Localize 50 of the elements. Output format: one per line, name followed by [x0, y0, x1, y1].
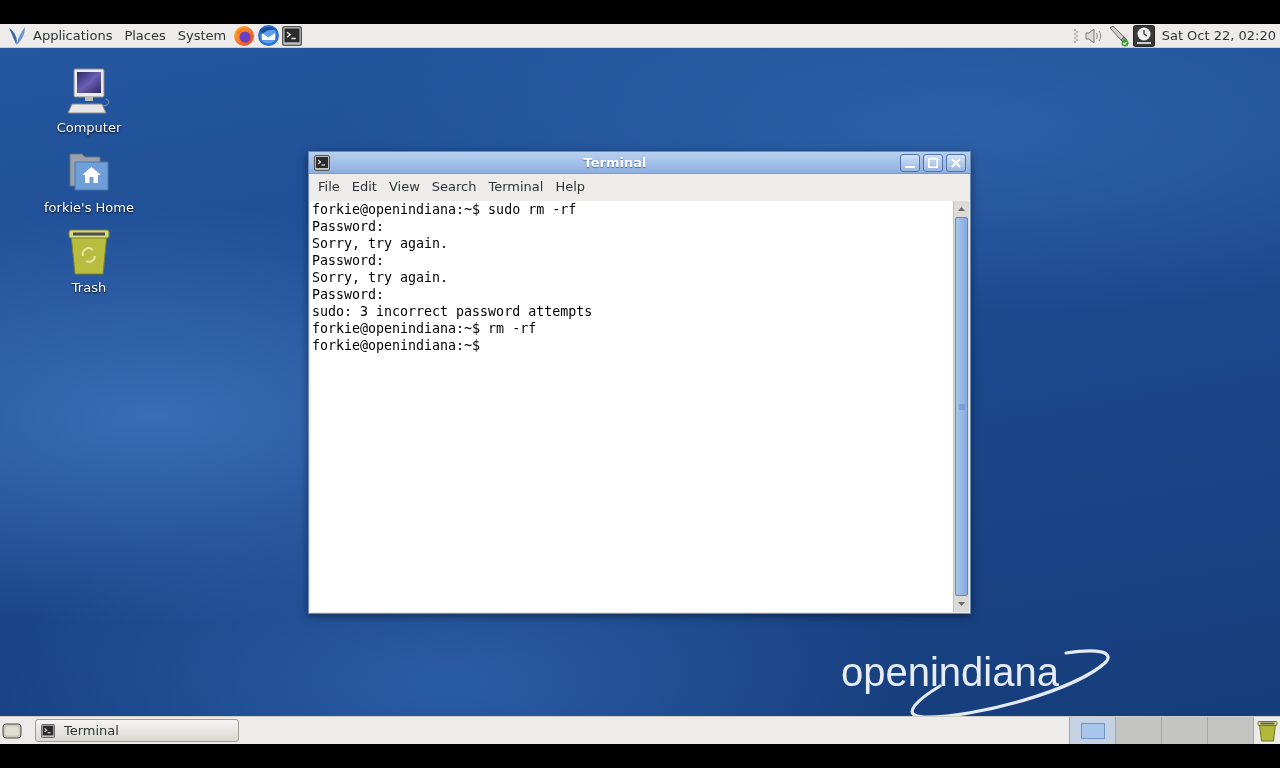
terminal-line: forkie@openindiana:~$ rm -rf: [312, 320, 537, 337]
minimize-button[interactable]: [900, 153, 920, 172]
menu-item[interactable]: File: [318, 179, 340, 195]
terminal-line: sudo: 3 incorrect password attempts: [312, 303, 593, 320]
terminal-line: Password:: [312, 286, 385, 303]
show-desktop-icon[interactable]: [2, 721, 22, 740]
terminal-line: forkie@openindiana:~$ sudo rm -rf: [312, 201, 577, 218]
desktop-shortcut[interactable]: Computer: [56, 68, 122, 136]
terminal-line: Password:: [312, 252, 385, 269]
menu-item[interactable]: Help: [555, 179, 586, 195]
menu-button[interactable]: Places: [124, 27, 166, 44]
desktop-shortcut[interactable]: Trash: [66, 228, 112, 296]
menu-item[interactable]: View: [388, 179, 420, 195]
menu-button[interactable]: System: [177, 27, 227, 44]
mail-globe-icon[interactable]: [257, 24, 281, 47]
desktop-shortcut[interactable]: forkie's Home: [44, 148, 134, 216]
trash-icon[interactable]: [1257, 719, 1278, 742]
drag-handle-icon[interactable]: [1073, 27, 1078, 44]
close-button[interactable]: [946, 153, 966, 172]
terminal-line: forkie@openindiana:~$: [312, 337, 481, 354]
logo-wordmark: openindiana: [841, 652, 1059, 692]
volume-icon[interactable]: [1083, 25, 1104, 46]
computer-icon: [66, 68, 112, 116]
terminal-line: Sorry, try again.: [312, 269, 449, 286]
close-icon: [951, 157, 961, 168]
window-title: Terminal: [582, 154, 648, 171]
terminal-icon[interactable]: [282, 25, 303, 46]
scrollbar-thumb[interactable]: [955, 217, 968, 596]
menu-item[interactable]: Search: [431, 179, 477, 195]
taskbar-button[interactable]: Terminal: [35, 719, 239, 742]
clock-text[interactable]: Sat Oct 22, 02:20: [1161, 27, 1276, 44]
leaf-logo-icon[interactable]: [8, 25, 26, 46]
grip-icon: [958, 403, 965, 410]
scroll-up-icon: [958, 207, 965, 211]
minimize-icon: [905, 165, 915, 168]
terminal-icon: [314, 154, 330, 171]
network-plug-icon[interactable]: [1107, 24, 1130, 47]
maximize-icon: [928, 157, 938, 168]
menu-button[interactable]: Applications: [33, 27, 113, 44]
terminal-icon: [41, 723, 55, 738]
scroll-down-icon: [958, 602, 965, 606]
menu-item[interactable]: Terminal: [488, 179, 544, 195]
terminal-line: Password:: [312, 218, 385, 235]
menu-item[interactable]: Edit: [351, 179, 377, 195]
terminal-line: Sorry, try again.: [312, 235, 449, 252]
flame-globe-icon[interactable]: [233, 24, 256, 47]
trash-icon: [66, 228, 112, 276]
terminal-area[interactable]: forkie@openindiana:~$ sudo rm -rf Password: Sorry, try again. Password: Sorry, try again. Password: sudo: 3 incorrect password attempts forkie@openindiana:~$ rm -rf forkie@openindiana:~$: [310, 201, 953, 612]
clock-icon[interactable]: [1132, 24, 1155, 47]
maximize-button[interactable]: [923, 153, 943, 172]
